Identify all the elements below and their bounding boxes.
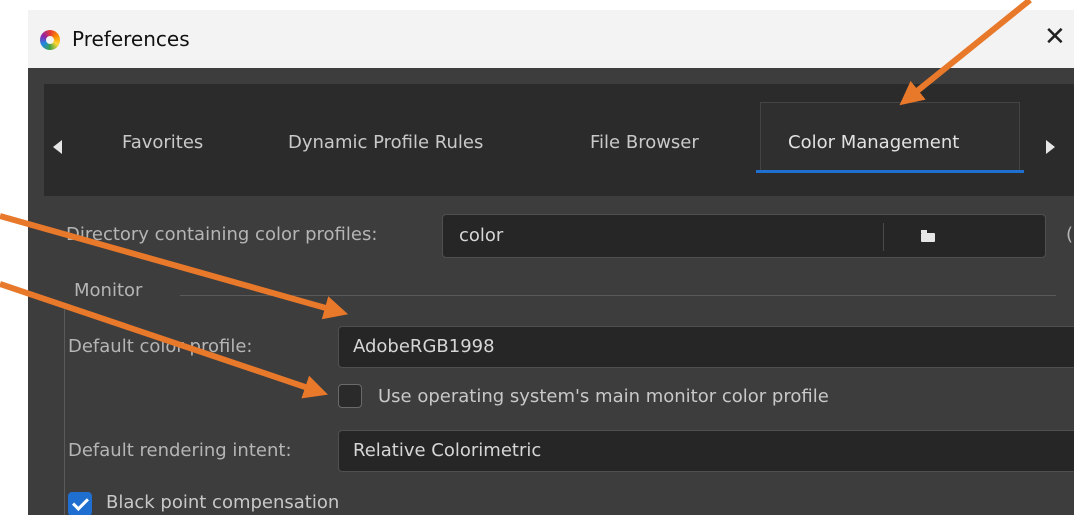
tab-dynamic-profile-rules[interactable]: Dynamic Profile Rules bbox=[288, 132, 483, 153]
title-bar: Preferences ✕ bbox=[28, 10, 1074, 68]
preferences-window: Preferences ✕ Favorites Dynamic Profile … bbox=[28, 10, 1074, 515]
color-wheel-icon bbox=[40, 30, 60, 50]
directory-field[interactable]: color bbox=[442, 214, 1046, 258]
default-color-profile-label: Default color profile: bbox=[68, 336, 253, 357]
monitor-group-label: Monitor bbox=[74, 280, 143, 301]
tab-file-browser[interactable]: File Browser bbox=[590, 132, 699, 153]
use-os-profile-checkbox[interactable] bbox=[338, 384, 362, 408]
default-color-profile-value: AdobeRGB1998 bbox=[353, 336, 495, 357]
directory-value: color bbox=[459, 225, 504, 246]
tab-color-management[interactable]: Color Management bbox=[788, 132, 959, 153]
active-tab-indicator bbox=[756, 170, 1024, 173]
tab-favorites[interactable]: Favorites bbox=[122, 132, 203, 153]
folder-icon bbox=[921, 230, 935, 242]
rendering-intent-value: Relative Colorimetric bbox=[353, 440, 542, 461]
group-divider bbox=[180, 295, 1056, 296]
browse-folder-button[interactable] bbox=[883, 215, 1045, 257]
black-point-compensation-checkbox[interactable] bbox=[68, 492, 92, 515]
default-color-profile-select[interactable]: AdobeRGB1998 bbox=[338, 326, 1074, 368]
window-title: Preferences bbox=[72, 27, 190, 51]
rendering-intent-label: Default rendering intent: bbox=[68, 440, 292, 461]
chevron-left-icon[interactable] bbox=[53, 140, 62, 154]
chevron-right-icon[interactable] bbox=[1046, 140, 1055, 154]
use-os-profile-label: Use operating system's main monitor colo… bbox=[378, 386, 829, 407]
group-border bbox=[64, 306, 65, 515]
directory-label: Directory containing color profiles: bbox=[66, 224, 378, 245]
rendering-intent-select[interactable]: Relative Colorimetric bbox=[338, 430, 1074, 472]
tab-bar: Favorites Dynamic Profile Rules File Bro… bbox=[44, 84, 1074, 196]
color-management-panel: Directory containing color profiles: col… bbox=[28, 196, 1074, 515]
close-icon[interactable]: ✕ bbox=[1044, 22, 1066, 52]
black-point-compensation-label: Black point compensation bbox=[106, 492, 340, 513]
restart-note: (restart r bbox=[1066, 224, 1074, 245]
